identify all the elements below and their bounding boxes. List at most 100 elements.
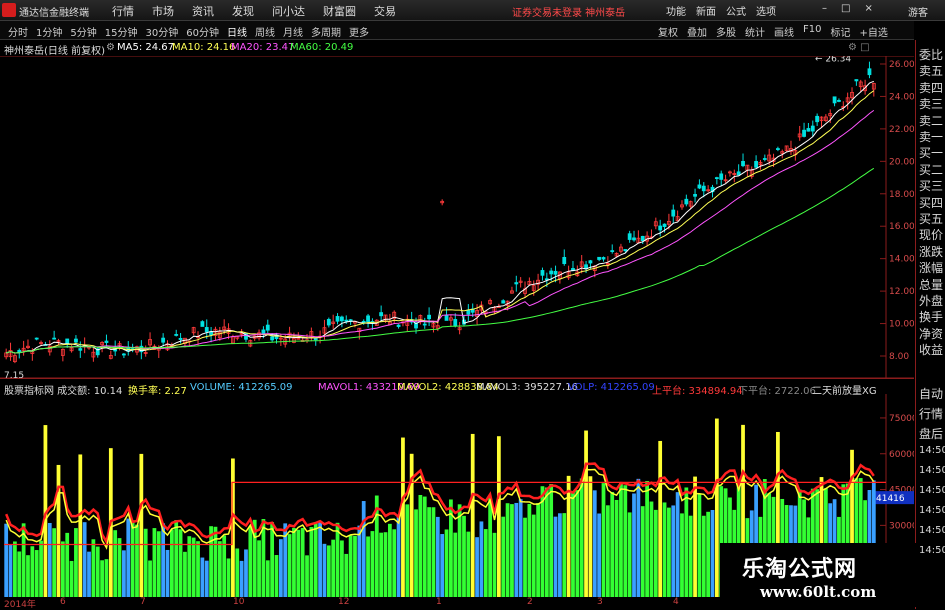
volume-bar xyxy=(322,543,327,597)
settings-icon[interactable]: ⚙ xyxy=(106,42,115,53)
side-panel-label: 卖四 xyxy=(919,80,944,95)
side-panel-label: 14:50 xyxy=(919,445,945,456)
volume-bar xyxy=(69,560,74,597)
volume-bar xyxy=(292,527,296,597)
maximize-icon[interactable]: □ xyxy=(841,3,850,14)
login-warning[interactable]: 证券交易未登录 神州泰岳 xyxy=(512,4,625,19)
menu-item-trade[interactable]: 交易 xyxy=(374,3,396,19)
volume-bar xyxy=(627,512,632,597)
volp-value: VOLP: 412265.09 xyxy=(568,382,655,393)
volume-bar xyxy=(135,524,139,597)
tool-add-watchlist[interactable]: +自选 xyxy=(859,24,887,39)
lower-platform-value: 下平台: 2722.06 xyxy=(738,386,816,397)
volume-bar xyxy=(348,535,353,597)
volume-bar xyxy=(571,491,575,597)
chart-settings-icon[interactable]: ⚙ □ xyxy=(848,42,870,53)
menu-item-wealth[interactable]: 财富圈 xyxy=(323,3,356,19)
tool-mark[interactable]: 标记 xyxy=(830,24,850,39)
candle-body xyxy=(178,337,183,340)
volume-bar xyxy=(30,546,35,597)
tool-f10[interactable]: F10 xyxy=(803,24,821,39)
candle-body xyxy=(714,177,719,179)
candle-body xyxy=(854,79,859,82)
upper-platform-value: 上平台: 334894.94 xyxy=(652,386,743,397)
tab-60min[interactable]: 60分钟 xyxy=(186,24,219,39)
volume-bar xyxy=(139,453,144,597)
ma10-value: MA10: 24.16 xyxy=(172,42,236,53)
period-tabs: 分时 1分钟 5分钟 15分钟 30分钟 60分钟 日线 周线 月线 多周期 更… xyxy=(8,24,369,39)
volume-bar xyxy=(444,529,449,597)
tab-more[interactable]: 更多 xyxy=(349,24,369,39)
ma60-line xyxy=(6,167,875,354)
candle-body xyxy=(339,316,344,322)
tab-daily[interactable]: 日线 xyxy=(227,24,247,39)
volume-bar xyxy=(684,487,689,597)
volume-bar xyxy=(309,527,314,597)
candle-body xyxy=(697,184,702,189)
candle-body xyxy=(719,173,724,180)
tab-1min[interactable]: 1分钟 xyxy=(36,24,62,39)
volume-bar xyxy=(466,531,471,597)
right-menu: 功能 新面 公式 选项 xyxy=(666,3,776,18)
app-name: 通达信金融终端 xyxy=(19,8,89,19)
volume-bar xyxy=(667,507,671,597)
side-panel-label: 委比 xyxy=(919,48,944,62)
menu-item-new-page[interactable]: 新面 xyxy=(696,3,716,18)
volume-bar xyxy=(510,504,514,597)
volume-bar xyxy=(87,551,91,597)
menu-item-market[interactable]: 市场 xyxy=(152,3,174,19)
tab-monthly[interactable]: 月线 xyxy=(283,24,303,39)
tab-5min[interactable]: 5分钟 xyxy=(70,24,96,39)
volume-bar xyxy=(60,541,65,597)
side-panel-label: 14:50 xyxy=(919,545,945,556)
candle-body xyxy=(549,270,554,275)
tab-weekly[interactable]: 周线 xyxy=(255,24,275,39)
volume-bar xyxy=(117,538,122,597)
tab-30min[interactable]: 30分钟 xyxy=(145,24,178,39)
volume-bar xyxy=(680,513,684,597)
menu-item-formula[interactable]: 公式 xyxy=(726,3,746,18)
menu-item-function[interactable]: 功能 xyxy=(666,3,686,18)
candle-body xyxy=(396,324,401,327)
tab-intraday[interactable]: 分时 xyxy=(8,24,28,39)
candle-body xyxy=(562,256,567,264)
tool-draw-line[interactable]: 画线 xyxy=(774,24,794,39)
menu-item-news[interactable]: 资讯 xyxy=(192,3,214,19)
volume-bar xyxy=(619,482,623,597)
candle-body xyxy=(326,319,331,326)
menu-item-options[interactable]: 选项 xyxy=(756,3,776,18)
volume-bar xyxy=(82,522,87,597)
volume-bar xyxy=(401,437,405,597)
date-label: 2014年 xyxy=(4,600,36,610)
guest-user[interactable]: 游客 xyxy=(908,4,928,19)
volume-bar xyxy=(475,537,479,597)
side-panel-label: 买二 xyxy=(919,162,944,177)
menu-item-ask[interactable]: 问小达 xyxy=(272,3,305,19)
candle-body xyxy=(453,319,458,327)
price-tick-label: 8.00 xyxy=(889,352,909,362)
side-panel-label: 14:50 xyxy=(919,505,945,516)
window-controls: – □ × xyxy=(822,3,873,14)
tab-15min[interactable]: 15分钟 xyxy=(105,24,138,39)
volume-bar xyxy=(353,535,357,597)
volume-bar xyxy=(527,503,532,597)
menu-item-discover[interactable]: 发现 xyxy=(232,3,254,19)
tool-stats[interactable]: 统计 xyxy=(745,24,765,39)
minimize-icon[interactable]: – xyxy=(822,3,827,14)
kline-chart[interactable]: 26.00 24.00 22.00 20.00 18.00 16.00 14.00 12.00… xyxy=(0,56,914,597)
tab-multi-period[interactable]: 多周期 xyxy=(311,24,341,39)
tool-adjust[interactable]: 复权 xyxy=(658,24,678,39)
date-label: 1 xyxy=(436,597,442,607)
tool-overlay[interactable]: 叠加 xyxy=(687,24,707,39)
tool-multi-stock[interactable]: 多股 xyxy=(716,24,736,39)
menu-bar: 通达信金融终端 行情 市场 资讯 发现 问小达 财富圈 交易 证券交易未登录 神… xyxy=(0,0,945,21)
menu-item-quotes[interactable]: 行情 xyxy=(112,3,134,19)
volume-bar xyxy=(392,529,397,597)
volume-value: VOLUME: 412265.09 xyxy=(190,382,293,393)
volume-bar xyxy=(74,528,78,597)
close-icon[interactable]: × xyxy=(864,3,872,14)
volume-bar xyxy=(514,502,519,597)
volume-bar xyxy=(531,514,536,597)
volume-bar xyxy=(34,550,39,597)
volume-bar xyxy=(597,513,602,597)
